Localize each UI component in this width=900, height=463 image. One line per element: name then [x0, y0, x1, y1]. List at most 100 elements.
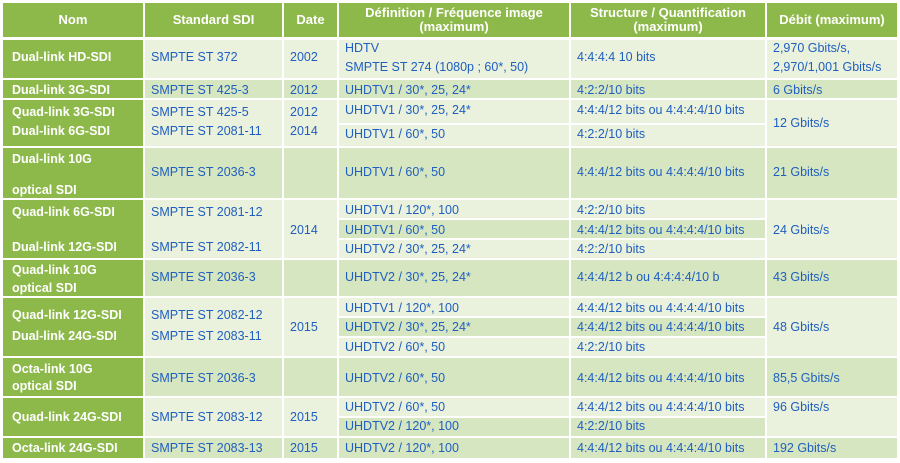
header-structure-label: Structure / Quantification: [589, 5, 746, 20]
header-definition-sublabel: (maximum): [419, 19, 489, 34]
row-5-debit: 43 Gbits/s: [767, 260, 897, 296]
date-value: 2014: [290, 223, 318, 237]
definition-value: UHDTV2 / 60*, 50: [345, 400, 446, 414]
date-value: 2015: [290, 441, 318, 455]
standard-value: SMPTE ST 2082-11: [151, 240, 262, 254]
nom-label: optical SDI: [12, 281, 77, 295]
standard-value: SMPTE ST 425-5: [151, 105, 249, 119]
nom-label: Quad-link 10G: [12, 263, 97, 277]
structure-value: 4:2:2/10 bits: [577, 83, 646, 97]
row-3-structure: 4:4:4/12 bits ou 4:4:4:4/10 bits: [571, 148, 765, 198]
row-9-nom: Octa-link 24G-SDI: [3, 438, 143, 458]
header-structure-sublabel: (maximum): [633, 19, 703, 34]
row-2-nom: Quad-link 3G-SDI Dual-link 6G-SDI: [3, 100, 143, 146]
row-0-debit: 2,970 Gbits/s, 2,970/1,001 Gbits/s: [767, 40, 897, 78]
debit-value: 85,5 Gbits/s: [773, 371, 840, 385]
nom-label: Quad-link 6G-SDI: [12, 205, 115, 219]
structure-value: 4:4:4/12 bits ou 4:4:4:4/10 bits: [577, 301, 745, 315]
header-standard: Standard SDI: [145, 3, 282, 37]
definition-value: UHDTV1 / 30*, 25, 24*: [345, 103, 471, 117]
structure-value: 4:2:2/10 bits: [577, 340, 646, 354]
debit-value: 43 Gbits/s: [773, 270, 830, 284]
date-value: 2002: [290, 50, 318, 64]
structure-value: 4:2:2/10 bits: [577, 203, 646, 217]
structure-value: 4:4:4/12 b ou 4:4:4:4/10 b: [577, 270, 720, 284]
header-nom-label: Nom: [58, 12, 88, 27]
row-4-nom: Quad-link 6G-SDI Dual-link 12G-SDI: [3, 200, 143, 258]
nom-label: Dual-link 12G-SDI: [12, 240, 117, 254]
row-9-date: 2015: [284, 438, 337, 458]
nom-label: Quad-link 3G-SDI: [12, 105, 115, 119]
row-1-nom: Dual-link 3G-SDI: [3, 80, 143, 98]
definition-value: UHDTV2 / 60*, 50: [345, 371, 446, 385]
row-8-definition-1: UHDTV2 / 120*, 100: [339, 418, 569, 436]
row-2-structure-1: 4:2:2/10 bits: [571, 125, 765, 146]
row-7-debit: 85,5 Gbits/s: [767, 358, 897, 396]
header-standard-label: Standard SDI: [172, 12, 255, 27]
debit-value: 24 Gbits/s: [773, 223, 830, 237]
definition-value: UHDTV1 / 30*, 25, 24*: [345, 83, 471, 97]
row-4-definition-1: UHDTV1 / 60*, 50: [339, 220, 569, 238]
row-1-structure: 4:2:2/10 bits: [571, 80, 765, 98]
row-9-debit: 192 Gbits/s: [767, 438, 897, 458]
nom-label: Dual-link 24G-SDI: [12, 329, 117, 343]
header-definition-label: Définition / Fréquence image: [365, 5, 543, 20]
row-8-nom: Quad-link 24G-SDI: [3, 398, 143, 436]
row-1-standard: SMPTE ST 425-3: [145, 80, 282, 98]
header-debit: Débit (maximum): [767, 3, 897, 37]
standard-value: SMPTE ST 2036-3: [151, 165, 256, 179]
row-7-nom: Octa-link 10G optical SDI: [3, 358, 143, 396]
row-7-definition: UHDTV2 / 60*, 50: [339, 358, 569, 396]
nom-label: Dual-link 10G: [12, 152, 92, 166]
structure-value: 4:4:4/12 bits ou 4:4:4:4/10 bits: [577, 320, 745, 334]
row-3-debit: 21 Gbits/s: [767, 148, 897, 198]
row-0-nom: Dual-link HD-SDI: [3, 40, 143, 78]
definition-value: UHDTV1 / 60*, 50: [345, 223, 446, 237]
header-definition: Définition / Fréquence image (maximum): [339, 3, 569, 37]
row-5-definition: UHDTV2 / 30*, 25, 24*: [339, 260, 569, 296]
debit-value: 192 Gbits/s: [773, 441, 837, 455]
row-1-date: 2012: [284, 80, 337, 98]
definition-value: UHDTV2 / 30*, 25, 24*: [345, 270, 471, 284]
debit-value: 21 Gbits/s: [773, 165, 830, 179]
nom-label: optical SDI: [12, 183, 77, 197]
structure-value: 4:4:4/12 bits ou 4:4:4:4/10 bits: [577, 441, 745, 455]
debit-value: 6 Gbits/s: [773, 83, 823, 97]
standard-value: SMPTE ST 2083-12: [151, 410, 263, 424]
row-8-standard: SMPTE ST 2083-12: [145, 398, 282, 436]
debit-value: 48 Gbits/s: [773, 320, 830, 334]
structure-value: 4:4:4/12 bits ou 4:4:4:4/10 bits: [577, 371, 745, 385]
row-5-structure: 4:4:4/12 b ou 4:4:4:4/10 b: [571, 260, 765, 296]
row-3-standard: SMPTE ST 2036-3: [145, 148, 282, 198]
row-6-definition-1: UHDTV2 / 30*, 25, 24*: [339, 318, 569, 336]
row-4-structure-1: 4:4:4/12 bits ou 4:4:4:4/10 bits: [571, 220, 765, 238]
definition-value: UHDTV1 / 120*, 100: [345, 203, 459, 217]
row-2-definition-1: UHDTV1 / 60*, 50: [339, 125, 569, 146]
row-4-structure-0: 4:2:2/10 bits: [571, 200, 765, 218]
nom-label: Quad-link 24G-SDI: [12, 410, 122, 424]
header-debit-label: Débit (maximum): [779, 12, 885, 27]
date-value: 2015: [290, 410, 318, 424]
row-6-structure-0: 4:4:4/12 bits ou 4:4:4:4/10 bits: [571, 298, 765, 316]
standard-value: SMPTE ST 2036-3: [151, 270, 256, 284]
debit-value: 2,970 Gbits/s,: [773, 41, 851, 55]
row-2-date: 2012 2014: [284, 100, 337, 146]
definition-value: HDTV: [345, 41, 380, 55]
definition-value: SMPTE ST 274 (1080p ; 60*, 50): [345, 60, 529, 74]
row-2-debit: 12 Gbits/s: [767, 100, 897, 146]
row-1-debit: 6 Gbits/s: [767, 80, 897, 98]
header-date: Date: [284, 3, 337, 37]
row-8-structure-1: 4:2:2/10 bits: [571, 418, 765, 436]
structure-value: 4:4:4/12 bits ou 4:4:4:4/10 bits: [577, 223, 745, 237]
standard-value: SMPTE ST 2081-11: [151, 124, 262, 138]
row-3-nom: Dual-link 10G optical SDI: [3, 148, 143, 198]
definition-value: UHDTV1 / 60*, 50: [345, 165, 446, 179]
definition-value: UHDTV2 / 120*, 100: [345, 419, 459, 433]
structure-value: 4:4:4/12 bits ou 4:4:4:4/10 bits: [577, 165, 745, 179]
definition-value: UHDTV2 / 30*, 25, 24*: [345, 242, 471, 256]
nom-label: Octa-link 10G: [12, 362, 93, 376]
row-7-structure: 4:4:4/12 bits ou 4:4:4:4/10 bits: [571, 358, 765, 396]
debit-value: 2,970/1,001 Gbits/s: [773, 60, 882, 74]
row-8-structure-0: 4:4:4/12 bits ou 4:4:4:4/10 bits: [571, 398, 765, 416]
standard-value: SMPTE ST 2083-11: [151, 329, 262, 343]
